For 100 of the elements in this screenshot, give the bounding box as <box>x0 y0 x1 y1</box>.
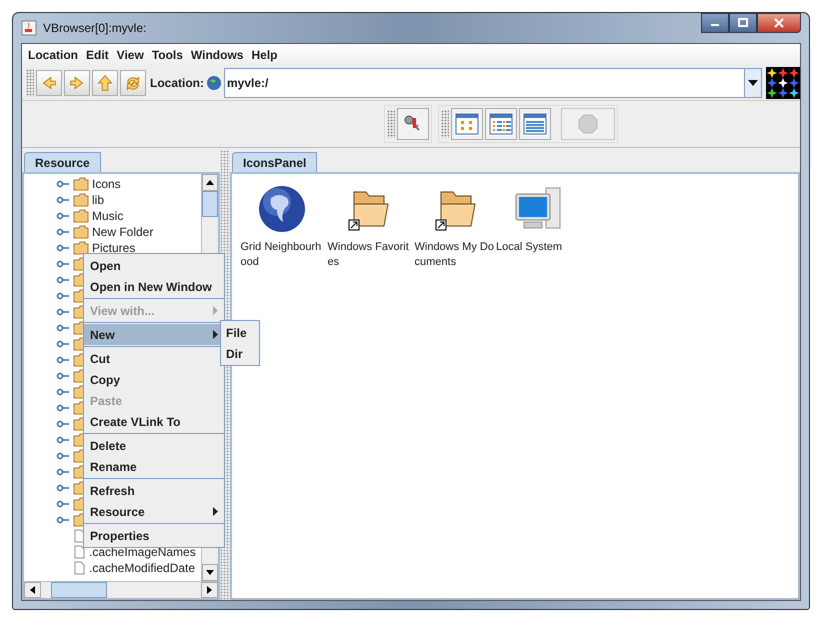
icon-label: Grid Neighbourhood <box>240 240 322 270</box>
tree-item[interactable]: .cacheImageNames <box>89 545 196 559</box>
folder-icon <box>73 177 89 191</box>
expand-handle-icon[interactable] <box>56 499 70 509</box>
submenu-arrow-icon <box>213 306 218 315</box>
caret-icon <box>748 80 758 86</box>
scroll-thumb[interactable] <box>202 191 218 217</box>
scroll-up-button[interactable] <box>202 174 218 191</box>
icons-view-icon <box>455 113 479 135</box>
icons-panel-tab[interactable]: IconsPanel <box>232 152 318 172</box>
folder-icon <box>73 241 89 255</box>
list-view-icon <box>489 113 513 135</box>
expand-handle-icon[interactable] <box>56 435 70 445</box>
tree-item[interactable]: New Folder <box>92 225 154 239</box>
expand-handle-icon[interactable] <box>56 259 70 269</box>
expand-handle-icon[interactable] <box>56 275 70 285</box>
context-menu-item[interactable]: Cut <box>84 348 224 369</box>
maximize-button[interactable] <box>729 13 757 33</box>
expand-handle-icon[interactable] <box>56 355 70 365</box>
icon-label: Windows Favorites <box>328 240 410 270</box>
minimize-button[interactable] <box>701 13 729 33</box>
file-icon <box>72 545 86 559</box>
file-icon <box>72 561 86 575</box>
toolbar-grip[interactable] <box>387 110 395 138</box>
expand-handle-icon[interactable] <box>56 195 70 205</box>
submenu-item[interactable]: File <box>221 322 259 343</box>
expand-handle-icon[interactable] <box>56 243 70 253</box>
down-arrow-icon <box>206 570 214 575</box>
submenu-item[interactable]: Dir <box>221 343 259 364</box>
stop-icon <box>578 114 598 134</box>
toolbar-grip[interactable] <box>441 110 449 138</box>
submenu-arrow-icon <box>213 330 218 339</box>
menu-item[interactable]: Help <box>247 48 282 62</box>
expand-handle-icon[interactable] <box>56 387 70 397</box>
expand-handle-icon[interactable] <box>56 211 70 221</box>
expand-handle-icon[interactable] <box>56 451 70 461</box>
resource-tab[interactable]: Resource <box>24 152 101 172</box>
tree-item[interactable]: Pictures <box>92 241 136 255</box>
expand-handle-icon[interactable] <box>56 419 70 429</box>
up-arrow-icon <box>206 180 214 185</box>
forward-button[interactable] <box>64 70 90 96</box>
expand-handle-icon[interactable] <box>56 227 70 237</box>
menu-item[interactable]: Tools <box>148 48 187 62</box>
expand-handle-icon[interactable] <box>56 467 70 477</box>
menu-item[interactable]: Location <box>24 48 82 62</box>
menu-item[interactable]: Edit <box>82 48 113 62</box>
location-combo[interactable]: myvle:/ <box>224 68 762 98</box>
expand-handle-icon[interactable] <box>56 483 70 493</box>
context-menu-item[interactable]: Delete <box>84 435 224 456</box>
horizontal-scrollbar[interactable] <box>24 581 218 598</box>
scroll-thumb[interactable] <box>51 582 107 598</box>
file-icon <box>72 529 86 543</box>
context-menu-item[interactable]: Open in New Window <box>84 276 224 297</box>
context-menu-item[interactable]: Rename <box>84 456 224 477</box>
toolbar-grip[interactable] <box>26 69 34 97</box>
list-view-button[interactable] <box>485 108 517 140</box>
table-view-button[interactable] <box>519 108 551 140</box>
left-arrow-icon <box>30 586 35 594</box>
expand-handle-icon[interactable] <box>56 371 70 381</box>
scroll-down-button[interactable] <box>202 564 218 581</box>
scroll-right-button[interactable] <box>201 582 218 598</box>
icon-label: Local System <box>496 240 564 255</box>
maximize-icon <box>737 18 749 28</box>
close-icon <box>773 18 785 28</box>
folder-icon <box>73 225 89 239</box>
location-input[interactable]: myvle:/ <box>225 76 744 90</box>
tree-item[interactable]: Music <box>92 209 124 223</box>
close-button[interactable] <box>757 13 801 33</box>
scroll-left-button[interactable] <box>24 582 41 598</box>
tree-item[interactable]: .cacheModifiedDate <box>89 561 196 575</box>
expand-handle-icon[interactable] <box>56 403 70 413</box>
menu-item[interactable]: View <box>112 48 148 62</box>
window-title: VBrowser[0]:myvle: <box>43 21 146 35</box>
globe-icon <box>206 75 222 91</box>
sparkle-logo <box>766 67 800 99</box>
tree-item[interactable]: Icons <box>92 177 121 191</box>
context-menu-item[interactable]: Copy <box>84 369 224 390</box>
expand-handle-icon[interactable] <box>56 323 70 333</box>
dropdown-button[interactable] <box>744 69 761 97</box>
up-button[interactable] <box>92 70 118 96</box>
back-button[interactable] <box>36 70 62 96</box>
tree-item[interactable]: lib <box>92 193 104 207</box>
expand-handle-icon[interactable] <box>56 339 70 349</box>
table-view-icon <box>523 113 547 135</box>
context-menu-item[interactable]: Properties <box>84 525 224 546</box>
globe-icon[interactable] <box>256 184 306 234</box>
expand-handle-icon[interactable] <box>56 179 70 189</box>
context-menu-item[interactable]: Create VLink To <box>84 411 224 432</box>
folder-icon <box>73 193 89 207</box>
right-arrow-icon <box>207 586 212 594</box>
expand-handle-icon[interactable] <box>56 515 70 525</box>
key-button[interactable] <box>397 108 429 140</box>
icons-view-button[interactable] <box>451 108 483 140</box>
expand-handle-icon[interactable] <box>56 307 70 317</box>
context-menu-item[interactable]: Refresh <box>84 480 224 501</box>
context-menu-item[interactable]: Open <box>84 255 224 276</box>
refresh-button[interactable] <box>120 70 146 96</box>
expand-handle-icon[interactable] <box>56 291 70 301</box>
menu-item[interactable]: Windows <box>186 48 248 62</box>
context-menu-item[interactable]: Resource <box>84 501 224 522</box>
